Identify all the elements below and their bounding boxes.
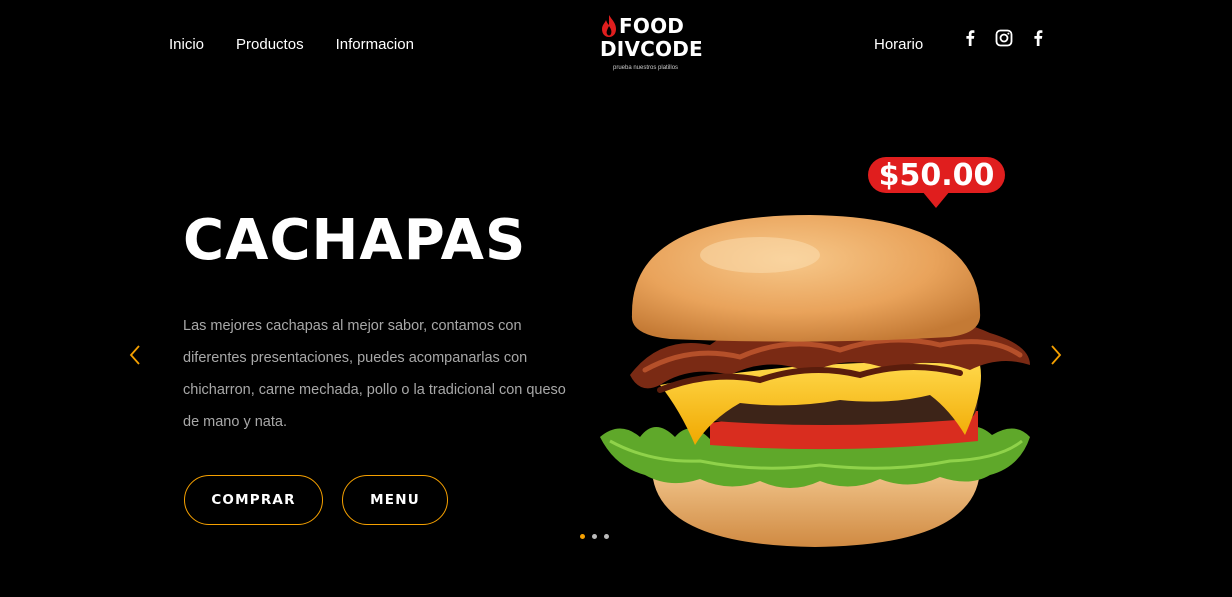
facebook-icon[interactable] <box>960 28 980 48</box>
instagram-icon[interactable] <box>994 28 1014 48</box>
facebook-icon[interactable] <box>1028 28 1048 48</box>
buy-button[interactable]: COMPRAR <box>184 475 323 525</box>
slider-dot[interactable] <box>604 534 609 539</box>
hero-title: CACHAPAS <box>183 208 527 273</box>
nav-link-productos[interactable]: Productos <box>236 36 304 53</box>
logo-text-divcode: DIVCODE <box>600 37 703 61</box>
slider-next-button[interactable] <box>1048 343 1064 367</box>
price-tag: $50.00 <box>868 157 1005 193</box>
chevron-left-icon <box>129 345 140 365</box>
nav-link-inicio[interactable]: Inicio <box>169 36 204 53</box>
hero-description: Las mejores cachapas al mejor sabor, con… <box>183 318 566 430</box>
chevron-right-icon <box>1051 345 1062 365</box>
slider-dots <box>580 534 609 539</box>
nav-link-horario[interactable]: Horario <box>874 36 923 53</box>
slider-dot[interactable] <box>592 534 597 539</box>
nav-right: Horario <box>874 36 923 53</box>
menu-button[interactable]: MENU <box>342 475 448 525</box>
logo-tagline: prueba nuestros platillos <box>613 65 679 71</box>
slider-dot[interactable] <box>580 534 585 539</box>
logo[interactable]: FOOD DIVCODE prueba nuestros platillos <box>599 12 719 76</box>
nav-left: Inicio Productos Informacion <box>169 36 414 53</box>
social-links <box>960 28 1048 48</box>
flame-icon <box>602 15 616 37</box>
nav-link-informacion[interactable]: Informacion <box>336 36 414 53</box>
slider-prev-button[interactable] <box>127 343 143 367</box>
page: Inicio Productos Informacion FOOD DIVCOD… <box>0 0 1232 597</box>
logo-text-food: FOOD <box>619 14 685 38</box>
price-tag-pointer <box>922 191 950 208</box>
burger-image <box>600 215 1030 547</box>
